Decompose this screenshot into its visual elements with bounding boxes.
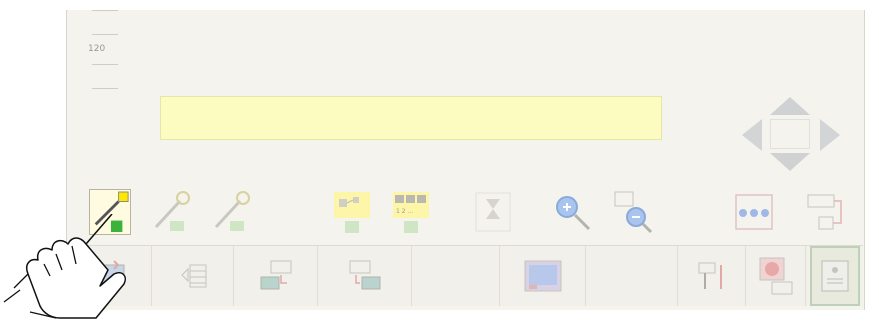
bottom-item-screen[interactable] xyxy=(500,246,586,306)
ruler-tick xyxy=(92,88,118,89)
hardware-module-icon xyxy=(821,260,849,292)
bottom-item-table[interactable] xyxy=(152,246,234,306)
bottom-item-transfer[interactable] xyxy=(234,246,318,306)
delete-tool-button[interactable] xyxy=(472,189,514,235)
ruler-label: 120 xyxy=(88,44,106,54)
hand-pointer-icon xyxy=(3,214,126,319)
node-add-tool-button[interactable] xyxy=(331,189,373,235)
fit-icon xyxy=(735,194,773,230)
nav-center xyxy=(770,119,810,149)
svg-text:1 2 ...: 1 2 ... xyxy=(396,208,413,215)
ruler: 120 xyxy=(74,6,118,90)
bottom-item-record[interactable] xyxy=(746,246,806,306)
bottom-item-hardware[interactable] xyxy=(810,246,860,306)
navigation-pad xyxy=(730,95,850,175)
zoom-in-icon xyxy=(556,196,591,231)
bottom-toolbar xyxy=(70,245,863,306)
bottom-item-network[interactable] xyxy=(318,246,412,306)
zoom-out-icon xyxy=(614,191,653,234)
fit-tool-button[interactable] xyxy=(733,189,775,235)
device-tools-icon xyxy=(698,262,722,289)
message-display xyxy=(160,96,662,140)
ruler-tick xyxy=(92,64,118,65)
zoom-out-tool-button[interactable] xyxy=(612,189,654,235)
delete-icon xyxy=(475,192,511,232)
ruler-tick xyxy=(92,10,118,11)
arrow-right-icon[interactable] xyxy=(818,117,842,153)
arrow-up-icon[interactable] xyxy=(768,95,812,117)
ruler-tick xyxy=(92,34,118,35)
zoom-in-tool-button[interactable] xyxy=(551,189,593,235)
table-view-icon xyxy=(180,264,206,288)
screen-preview-icon xyxy=(524,260,561,292)
pen-draw-tool-button[interactable] xyxy=(210,189,252,235)
bottom-item-empty xyxy=(412,246,500,306)
record-icon xyxy=(759,257,792,295)
grid-add-tool-button[interactable]: 1 2 ... xyxy=(390,189,432,235)
pen-add-tool-button[interactable] xyxy=(150,189,192,235)
bottom-item-empty xyxy=(586,246,678,306)
pen-draw-icon xyxy=(214,191,250,231)
export-tool-button[interactable] xyxy=(805,189,847,235)
network-transfer-icon xyxy=(349,260,380,290)
arrow-down-icon[interactable] xyxy=(768,151,812,173)
export-icon xyxy=(807,194,842,230)
bottom-item-device[interactable] xyxy=(678,246,746,306)
pen-add-icon xyxy=(154,191,190,231)
arrow-left-icon[interactable] xyxy=(740,117,764,153)
grid-add-icon: 1 2 ... xyxy=(393,192,429,233)
transfer-icon xyxy=(260,260,291,290)
node-add-icon xyxy=(334,192,370,233)
